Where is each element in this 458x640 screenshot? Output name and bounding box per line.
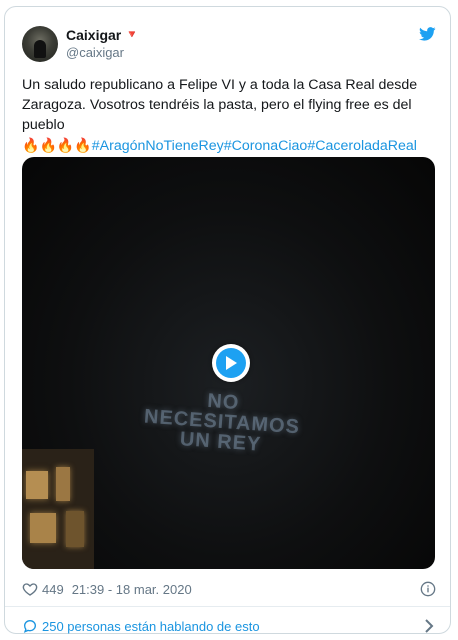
twitter-bird-icon[interactable]	[419, 27, 436, 41]
red-triangle-emoji-icon: 🔻	[125, 28, 139, 41]
avatar[interactable]	[22, 26, 58, 62]
fire-emoji-icon: 🔥	[39, 137, 57, 153]
projected-message: NO NECESITAMOS UN REY	[120, 385, 324, 459]
tweet-body: Un saludo republicano a Felipe VI y a to…	[22, 77, 418, 133]
hashtag-link[interactable]: #AragónNoTieneRey	[92, 138, 224, 154]
fire-emoji-icon: 🔥	[22, 137, 40, 153]
play-button[interactable]	[212, 344, 250, 382]
tweet-text: Un saludo republicano a Felipe VI y a to…	[22, 75, 432, 156]
author-display-name[interactable]: Caixigar 🔻	[66, 27, 139, 43]
tweet-header: Caixigar 🔻 @caixigar	[22, 23, 438, 63]
conversation-link[interactable]: 250 personas están hablando de esto	[22, 616, 438, 636]
video-player[interactable]: NO NECESITAMOS UN REY	[22, 157, 435, 569]
lit-building-window	[22, 449, 94, 569]
conversation-text[interactable]: 250 personas están hablando de esto	[42, 619, 260, 634]
fire-emoji-icon: 🔥	[56, 137, 75, 153]
info-icon[interactable]	[420, 581, 436, 597]
author-names[interactable]: Caixigar 🔻 @caixigar	[66, 27, 139, 60]
hashtag-link[interactable]: #CoronaCiao	[224, 138, 308, 154]
chevron-right-icon[interactable]	[424, 619, 434, 633]
hashtag-link[interactable]: #CaceroladaReal	[307, 138, 417, 154]
heart-icon[interactable]	[22, 581, 38, 597]
author-handle[interactable]: @caixigar	[66, 45, 139, 60]
comment-icon	[23, 619, 37, 633]
tweet-meta: 449 21:39 - 18 mar. 2020	[22, 579, 438, 599]
tweet-card: Caixigar 🔻 @caixigar Un saludo republica…	[4, 6, 451, 634]
play-icon	[216, 348, 246, 378]
divider	[5, 606, 450, 607]
display-name-text[interactable]: Caixigar	[66, 27, 121, 43]
fire-emoji-icon: 🔥	[74, 137, 92, 153]
like-count[interactable]: 449	[42, 582, 64, 597]
tweet-timestamp[interactable]: 21:39 - 18 mar. 2020	[72, 582, 192, 597]
